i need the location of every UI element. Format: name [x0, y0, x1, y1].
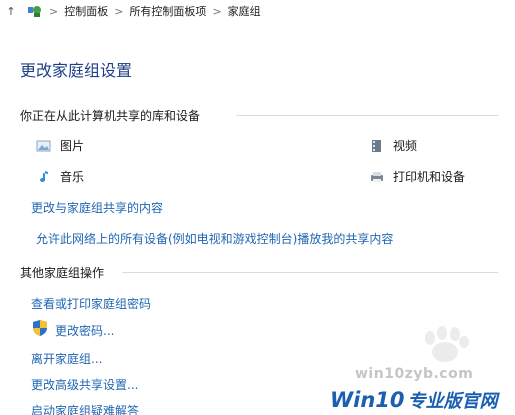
music-icon: [36, 170, 52, 184]
change-password-row[interactable]: 更改密码...: [31, 319, 114, 341]
section-divider: [122, 272, 498, 273]
watermark-brand-name: Win10: [330, 388, 405, 412]
allow-devices-stream-link[interactable]: 允许此网络上的所有设备(例如电视和游戏控制台)播放我的共享内容: [36, 230, 393, 247]
change-shared-content-link[interactable]: 更改与家庭组共享的内容: [31, 199, 163, 216]
advanced-sharing-link[interactable]: 更改高级共享设置...: [31, 376, 138, 393]
leave-homegroup-link[interactable]: 离开家庭组...: [31, 350, 102, 367]
breadcrumb-homegroup[interactable]: 家庭组: [228, 3, 261, 19]
paw-watermark-icon: [425, 326, 469, 362]
breadcrumb-separator: >: [49, 4, 59, 18]
breadcrumb-all-items[interactable]: 所有控制面板项: [129, 3, 206, 19]
shared-libraries-heading: 你正在从此计算机共享的库和设备: [20, 109, 201, 123]
watermark-brand: Win10 专业版官网: [330, 385, 498, 415]
pictures-icon: [36, 139, 52, 153]
homegroup-troubleshooter-link[interactable]: 启动家庭组疑难解答: [31, 402, 139, 415]
homegroup-settings-window: ↑ > 控制面板 > 所有控制面板项 > 家庭组 更改家庭组设置 你正在从此计算…: [0, 0, 515, 415]
shared-item-pictures: 图片: [36, 137, 84, 154]
breadcrumb-control-panel[interactable]: 控制面板: [64, 3, 108, 19]
printer-icon: [369, 170, 385, 184]
other-actions-heading: 其他家庭组操作: [20, 266, 105, 280]
shared-item-music: 音乐: [36, 168, 84, 185]
shared-item-printers: 打印机和设备: [369, 168, 465, 185]
watermark-brand-suffix: 专业版官网: [407, 391, 498, 412]
page-title: 更改家庭组设置: [20, 61, 133, 80]
up-arrow-icon[interactable]: ↑: [3, 5, 19, 18]
control-panel-icon: [27, 4, 43, 18]
breadcrumb-separator: >: [114, 4, 124, 18]
view-print-password-link[interactable]: 查看或打印家庭组密码: [31, 295, 151, 312]
breadcrumb-separator: >: [212, 4, 222, 18]
address-bar: ↑ > 控制面板 > 所有控制面板项 > 家庭组: [0, 0, 515, 22]
change-password-link[interactable]: 更改密码...: [55, 322, 114, 339]
videos-icon: [369, 139, 385, 153]
watermark-site: win10zyb.com: [355, 366, 474, 382]
section-divider: [236, 115, 498, 116]
shared-item-videos: 视频: [369, 137, 417, 154]
shield-icon: [31, 319, 49, 341]
